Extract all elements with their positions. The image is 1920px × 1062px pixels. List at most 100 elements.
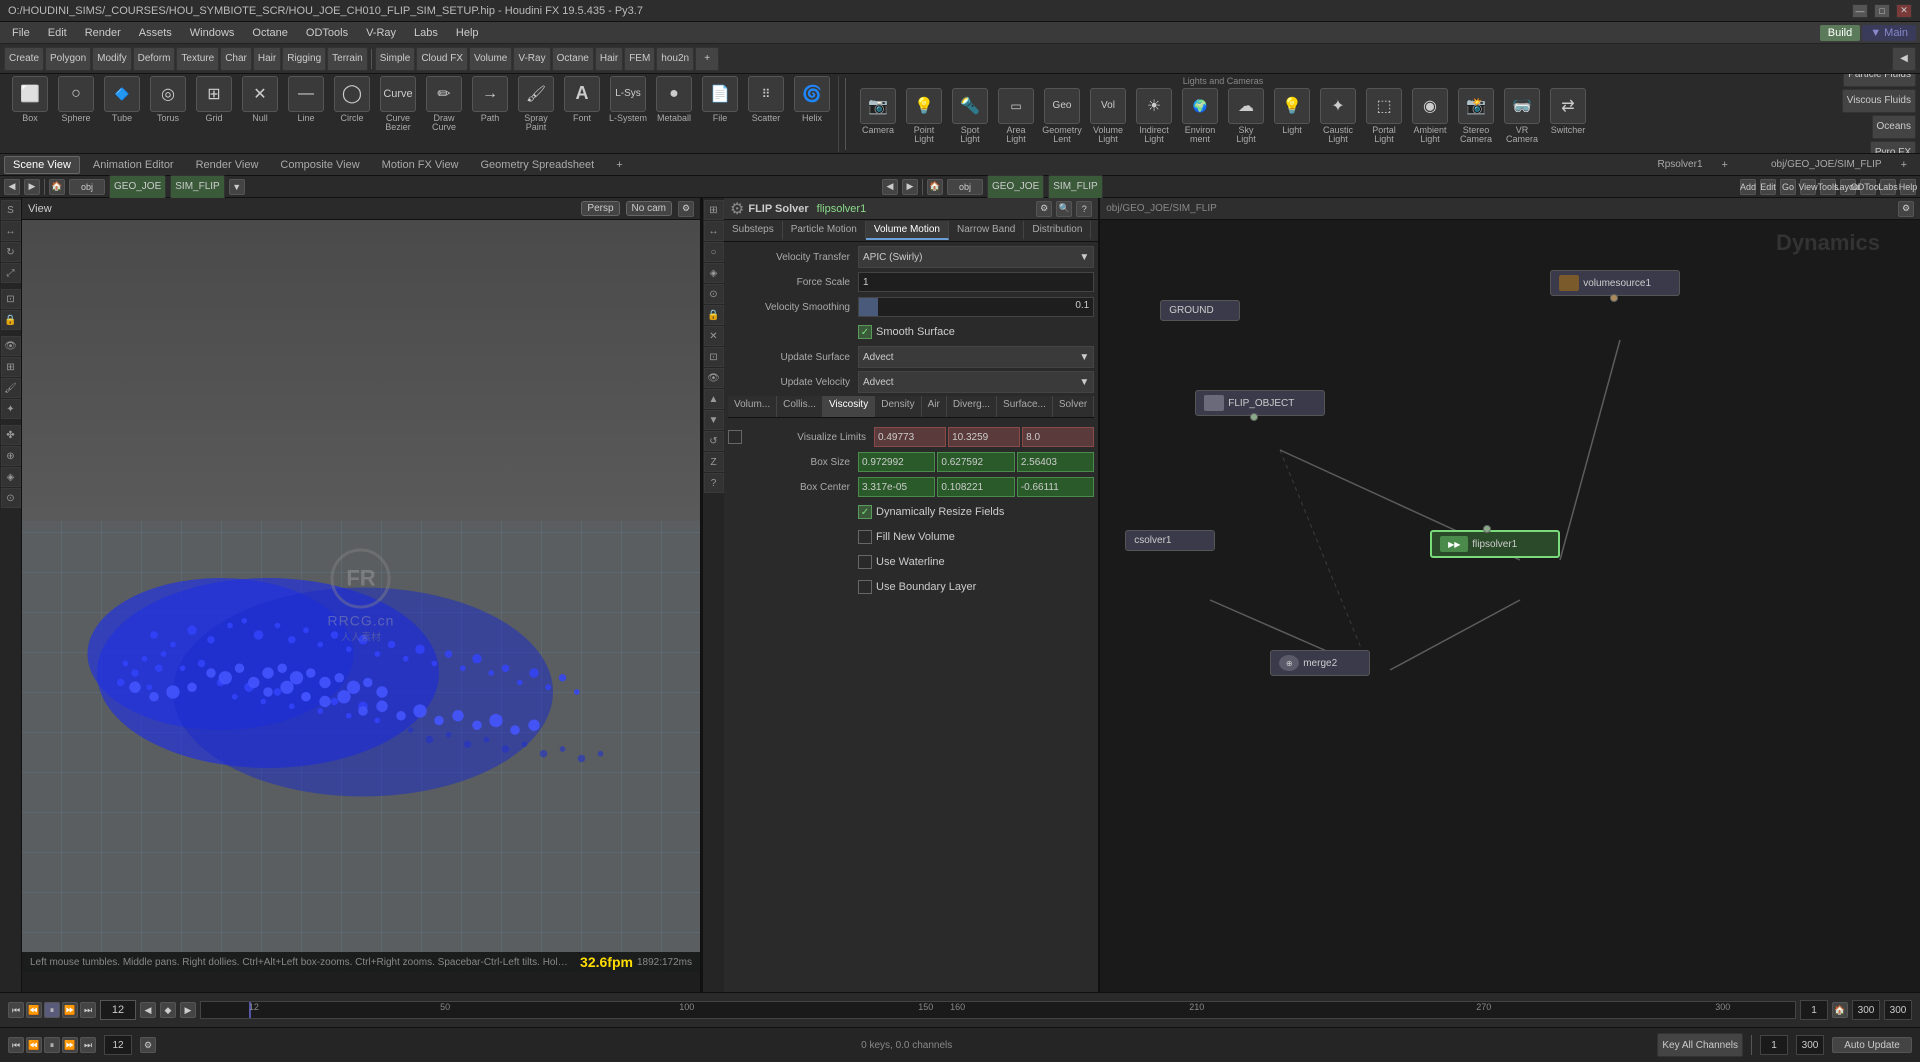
velocity-smoothing-slider[interactable]: 0.1 (858, 297, 1094, 317)
shelf-icon-scatter[interactable]: ⠿Scatter (744, 76, 788, 134)
perspective-btn[interactable]: Persp (581, 201, 619, 216)
shelf-icon-path[interactable]: →Path (468, 76, 512, 134)
tab-composite-view[interactable]: Composite View (271, 156, 368, 174)
shelf-icon-indirect-light[interactable]: ☀IndirectLight (1132, 88, 1176, 146)
shelf-icon-torus[interactable]: ◎Torus (146, 76, 190, 134)
tab-particle-motion[interactable]: Particle Motion (783, 221, 866, 240)
node-csolver1[interactable]: csolver1 (1125, 530, 1215, 551)
waterline-check[interactable] (858, 555, 872, 569)
key-all-btn[interactable]: Key All Channels (1657, 1033, 1743, 1057)
sb-btn5[interactable]: ⏭ (80, 1037, 96, 1053)
vp-tool-4[interactable]: ◈ (704, 263, 724, 283)
select-obj-btn[interactable]: obj (69, 179, 105, 195)
play-pause-btn[interactable]: ⏸ (44, 1002, 60, 1018)
smooth-surface-checkbox[interactable]: ✓ Smooth Surface (858, 325, 955, 339)
vp-tool-13[interactable]: Z (704, 452, 724, 472)
shelf-icon-vr-camera[interactable]: 🥽VRCamera (1500, 88, 1544, 146)
camera-btn[interactable]: No cam (626, 201, 672, 216)
vp-tool-10[interactable]: ▲ (704, 389, 724, 409)
tab-scene-view[interactable]: Scene View (4, 156, 80, 174)
home-c-btn[interactable]: 🏠 (927, 179, 943, 195)
geo-joe-c-btn[interactable]: GEO_JOE (987, 175, 1044, 199)
shelf-icon-area-light[interactable]: ▭AreaLight (994, 88, 1038, 146)
shelf-icon-point-light[interactable]: 💡PointLight (902, 88, 946, 146)
nav-c-left[interactable]: ◀ (882, 179, 898, 195)
char-btn[interactable]: Char (220, 47, 252, 71)
sub-tab-diverg[interactable]: Diverg... (947, 396, 997, 417)
sb-btn4[interactable]: ⏩ (62, 1037, 78, 1053)
sub-tab-viscosity[interactable]: Viscosity (823, 396, 875, 417)
solver-search-btn[interactable]: 🔍 (1056, 201, 1072, 217)
box-size-v2[interactable]: 0.627592 (937, 452, 1014, 472)
bone-tool[interactable]: ✤ (1, 425, 21, 445)
shelf-icon-spot-light[interactable]: 🔦SpotLight (948, 88, 992, 146)
tab-rpsolver-plus[interactable]: + (1713, 156, 1737, 174)
maximize-button[interactable]: □ (1874, 4, 1890, 18)
fem-btn[interactable]: FEM (624, 47, 655, 71)
update-surface-dropdown[interactable]: Advect ▼ (858, 346, 1094, 368)
box-center-v1[interactable]: 3.317e-05 (858, 477, 935, 497)
view-btn-r[interactable]: View (1800, 179, 1816, 195)
labs-btn-r[interactable]: Labs (1880, 179, 1896, 195)
dyn-resize-check[interactable]: ✓ (858, 505, 872, 519)
skip-start-btn[interactable]: ⏮ (8, 1002, 24, 1018)
tl-home[interactable]: 🏠 (1832, 1002, 1848, 1018)
sb-frame-num[interactable]: 1 (1760, 1035, 1788, 1055)
move-tool[interactable]: ↔ (1, 221, 21, 241)
menu-labs[interactable]: Labs (406, 25, 446, 41)
snap2-tool[interactable]: ◈ (1, 467, 21, 487)
node-flip-object[interactable]: FLIP_OBJECT (1195, 390, 1325, 416)
help-btn-r[interactable]: Help (1900, 179, 1916, 195)
menu-edit[interactable]: Edit (40, 25, 75, 41)
dyn-resize-checkbox[interactable]: ✓ Dynamically Resize Fields (858, 505, 1004, 519)
node-graph[interactable]: Dynamics GROUND (1100, 220, 1920, 992)
vp-tool-6[interactable]: 🔒 (704, 305, 724, 325)
boundary-layer-checkbox[interactable]: Use Boundary Layer (858, 580, 976, 594)
viz-enable-toggle[interactable] (728, 430, 742, 444)
tab-volume-motion[interactable]: Volume Motion (866, 221, 949, 240)
add-node-btn[interactable]: Add (1740, 179, 1756, 195)
window-controls[interactable]: — □ ✕ (1852, 4, 1912, 18)
select-obj-c[interactable]: obj (947, 179, 983, 195)
menu-octane[interactable]: Octane (244, 25, 295, 41)
viz-v1[interactable]: 0.49773 (874, 427, 946, 447)
shelf-icon-grid[interactable]: ⊞Grid (192, 76, 236, 134)
vp-tool-8[interactable]: ⊡ (704, 347, 724, 367)
current-frame-display[interactable]: 12 (100, 1000, 136, 1020)
viz-checkbox[interactable] (728, 430, 742, 444)
vray-btn[interactable]: V-Ray (513, 47, 550, 71)
shelf-icon-font[interactable]: AFont (560, 76, 604, 134)
viewport-settings[interactable]: ⚙ (678, 201, 694, 217)
shelf-icon-lsystem[interactable]: L-SysL-System (606, 76, 650, 134)
fill-new-vol-check[interactable] (858, 530, 872, 544)
tl-prev-key[interactable]: ◀ (140, 1002, 156, 1018)
vp-tool-11[interactable]: ▼ (704, 410, 724, 430)
volume-btn[interactable]: Volume (469, 47, 512, 71)
shelf-icon-stereo-cam[interactable]: 📸StereoCamera (1454, 88, 1498, 146)
menu-file[interactable]: File (4, 25, 38, 41)
node-volumesource1[interactable]: volumesource1 (1550, 270, 1680, 296)
add-tab-btn[interactable]: + (607, 156, 631, 174)
fill-new-vol-checkbox[interactable]: Fill New Volume (858, 530, 955, 544)
update-velocity-dropdown[interactable]: Advect ▼ (858, 371, 1094, 393)
tab-render-view[interactable]: Render View (187, 156, 268, 174)
shelf-icon-draw-curve[interactable]: ✏DrawCurve (422, 76, 466, 134)
vp-tool-2[interactable]: ↔ (704, 221, 724, 241)
rigging-btn[interactable]: Rigging (282, 47, 326, 71)
modify-btn[interactable]: Modify (92, 47, 131, 71)
vp-tool-12[interactable]: ↺ (704, 431, 724, 451)
pyro-btn[interactable]: Pyro FX (1870, 141, 1916, 155)
close-button[interactable]: ✕ (1896, 4, 1912, 18)
shelf-icon-env-light[interactable]: 🌍Environment (1178, 88, 1222, 146)
shelf-icon-light[interactable]: 💡Light (1270, 88, 1314, 146)
sb-frame[interactable]: 12 (104, 1035, 132, 1055)
minimize-button[interactable]: — (1852, 4, 1868, 18)
go-btn[interactable]: Go (1780, 179, 1796, 195)
down-arrow-btn[interactable]: ▼ (229, 179, 245, 195)
right-panel-settings[interactable]: ⚙ (1898, 201, 1914, 217)
shelf-icon-metaball[interactable]: ●Metaball (652, 76, 696, 134)
tab-distribution[interactable]: Distribution (1024, 221, 1091, 240)
shelf-icon-helix[interactable]: 🌀Helix (790, 76, 834, 134)
shelf-icon-circle[interactable]: ◯Circle (330, 76, 374, 134)
sub-tab-density[interactable]: Density (875, 396, 921, 417)
